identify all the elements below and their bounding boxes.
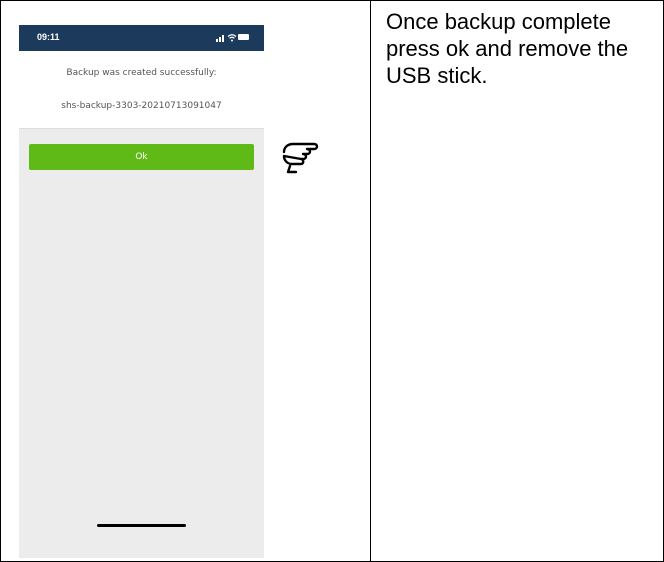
status-bar: 09:11 — [19, 25, 264, 51]
instruction-text: Once backup complete press ok and remove… — [386, 9, 629, 88]
backup-filename: shs-backup-3303-20210713091047 — [61, 101, 222, 111]
signal-icon — [216, 39, 218, 42]
status-time: 09:11 — [37, 32, 60, 42]
home-indicator — [97, 524, 186, 527]
success-message: Backup was created successfully: — [66, 68, 217, 78]
wifi-icon — [227, 34, 237, 42]
column-divider — [370, 0, 371, 562]
signal-icon — [222, 35, 224, 42]
signal-icon — [219, 37, 221, 42]
content-panel: Ok — [19, 128, 264, 558]
status-icons — [216, 33, 250, 43]
phone-screenshot: 09:11 Backup was created successfully: s… — [19, 25, 264, 558]
battery-icon — [238, 34, 249, 40]
ok-button[interactable]: Ok — [29, 144, 254, 170]
pointing-hand-icon — [282, 142, 319, 174]
